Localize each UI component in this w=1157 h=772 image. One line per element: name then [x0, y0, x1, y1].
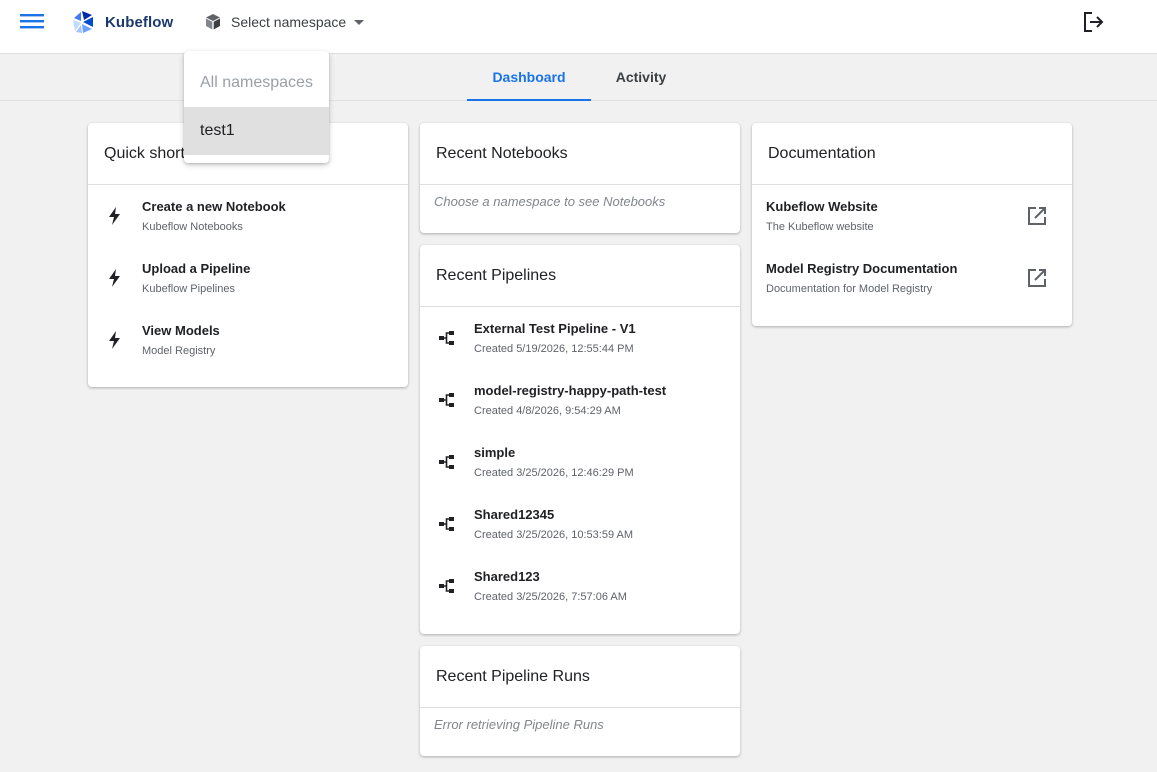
card-title: Documentation — [752, 123, 1072, 185]
cube-icon — [206, 14, 220, 30]
open-in-new-icon[interactable] — [1026, 205, 1048, 227]
pipeline-created: Created 3/25/2026, 7:57:06 AM — [474, 591, 627, 603]
namespace-dropdown-menu: All namespaces test1 — [184, 51, 329, 163]
doc-link-kubeflow-website[interactable]: Kubeflow Website The Kubeflow website — [752, 185, 1072, 247]
namespace-selector[interactable]: Select namespace — [204, 11, 365, 33]
shortcut-item[interactable]: Upload a Pipeline Kubeflow Pipelines — [88, 247, 408, 309]
pipeline-item[interactable]: model-registry-happy-path-test Created 4… — [420, 369, 740, 431]
tab-bar: Dashboard Activity — [0, 53, 1157, 101]
bolt-icon — [109, 269, 120, 287]
top-header: Kubeflow Select namespace — [0, 0, 1157, 53]
pipeline-title: External Test Pipeline - V1 — [474, 321, 636, 336]
logo-text: Kubeflow — [105, 13, 174, 31]
shortcut-subtitle: Kubeflow Notebooks — [142, 221, 243, 233]
tab-activity[interactable]: Activity — [591, 54, 691, 101]
pipeline-created: Created 3/25/2026, 12:46:29 PM — [474, 467, 634, 479]
kubeflow-logo[interactable]: Kubeflow — [70, 9, 173, 35]
pipeline-created: Created 5/19/2026, 12:55:44 PM — [474, 343, 634, 355]
pipeline-icon — [439, 331, 454, 345]
doc-link-title: Model Registry Documentation — [766, 261, 958, 276]
namespace-option-test1[interactable]: test1 — [184, 107, 329, 155]
open-in-new-icon[interactable] — [1026, 267, 1048, 289]
bolt-icon — [109, 207, 120, 225]
pipeline-item[interactable]: simple Created 3/25/2026, 12:46:29 PM — [420, 431, 740, 493]
shortcut-subtitle: Model Registry — [142, 345, 216, 357]
namespace-option-all[interactable]: All namespaces — [184, 59, 329, 107]
chevron-down-icon — [354, 19, 365, 25]
pipeline-title: simple — [474, 445, 516, 460]
namespace-selector-label: Select namespace — [231, 14, 347, 30]
recent-pipeline-runs-card: Recent Pipeline Runs Error retrieving Pi… — [420, 646, 740, 756]
tab-dashboard[interactable]: Dashboard — [467, 54, 591, 101]
empty-state-text: Choose a namespace to see Notebooks — [434, 194, 666, 209]
logout-icon[interactable] — [1081, 10, 1105, 34]
shortcut-title: Create a new Notebook — [142, 199, 286, 214]
shortcut-title: Upload a Pipeline — [142, 261, 251, 276]
shortcut-item[interactable]: View Models Model Registry — [88, 309, 408, 371]
pipeline-title: Shared123 — [474, 569, 540, 584]
pipeline-created: Created 3/25/2026, 10:53:59 AM — [474, 529, 634, 541]
shortcut-item[interactable]: Create a new Notebook Kubeflow Notebooks — [88, 185, 408, 247]
shortcut-subtitle: Kubeflow Pipelines — [142, 283, 235, 295]
error-state-text: Error retrieving Pipeline Runs — [434, 717, 604, 732]
pipeline-icon — [439, 579, 454, 593]
card-title: Recent Notebooks — [420, 123, 740, 185]
doc-link-subtitle: The Kubeflow website — [766, 221, 874, 233]
documentation-card: Documentation Kubeflow Website The Kubef… — [752, 123, 1072, 326]
bolt-icon — [109, 331, 120, 349]
recent-notebooks-card: Recent Notebooks Choose a namespace to s… — [420, 123, 740, 233]
pipeline-item[interactable]: Shared12345 Created 3/25/2026, 10:53:59 … — [420, 493, 740, 555]
pipeline-icon — [439, 517, 454, 531]
card-title: Recent Pipeline Runs — [420, 646, 740, 708]
pipeline-title: model-registry-happy-path-test — [474, 383, 667, 398]
menu-icon[interactable] — [19, 10, 45, 32]
pipeline-title: Shared12345 — [474, 507, 555, 522]
pipeline-item[interactable]: External Test Pipeline - V1 Created 5/19… — [420, 307, 740, 369]
pipeline-icon — [439, 393, 454, 407]
doc-link-title: Kubeflow Website — [766, 199, 878, 214]
shortcut-title: View Models — [142, 323, 220, 338]
doc-link-subtitle: Documentation for Model Registry — [766, 283, 933, 295]
kubeflow-logo-icon — [73, 11, 93, 33]
recent-pipelines-card: Recent Pipelines External Test Pipeline … — [420, 245, 740, 634]
pipeline-item[interactable]: Shared123 Created 3/25/2026, 7:57:06 AM — [420, 555, 740, 617]
card-title: Recent Pipelines — [420, 245, 740, 307]
pipeline-icon — [439, 455, 454, 469]
doc-link-model-registry[interactable]: Model Registry Documentation Documentati… — [752, 247, 1072, 309]
pipeline-created: Created 4/8/2026, 9:54:29 AM — [474, 405, 621, 417]
